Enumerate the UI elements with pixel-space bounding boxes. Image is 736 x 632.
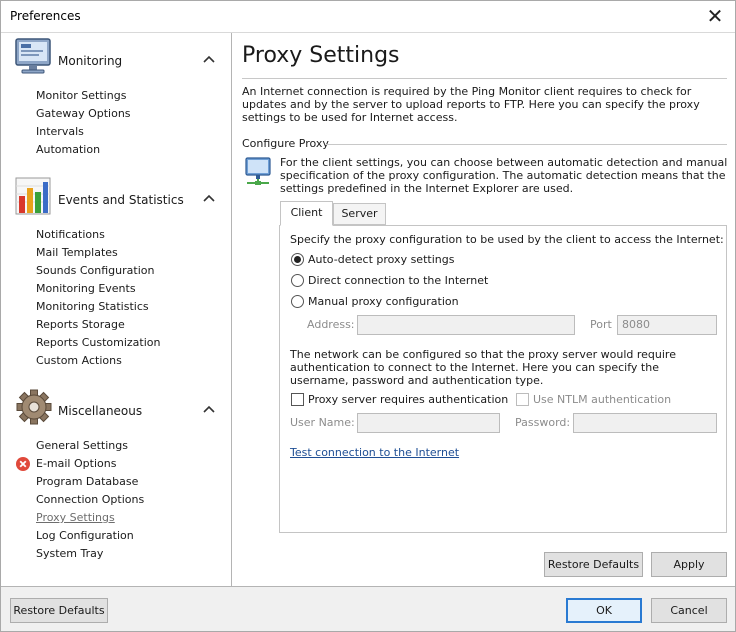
sidebar-item-notifications[interactable]: Notifications bbox=[36, 227, 105, 243]
group-title: Events and Statistics bbox=[58, 193, 184, 207]
sidebar-item-log-configuration[interactable]: Log Configuration bbox=[36, 528, 134, 544]
ok-button[interactable]: OK bbox=[566, 598, 642, 623]
title-divider bbox=[242, 78, 727, 79]
chevron-up-icon[interactable] bbox=[201, 401, 217, 417]
preferences-window: Preferences ✕ Monitoring Monitor Setting… bbox=[0, 0, 736, 632]
sidebar-item-monitoring-statistics[interactable]: Monitoring Statistics bbox=[36, 299, 149, 315]
window-title: Preferences bbox=[10, 9, 81, 23]
group-title: Miscellaneous bbox=[58, 404, 143, 418]
network-computer-icon bbox=[245, 157, 271, 185]
username-label: User Name: bbox=[290, 416, 355, 429]
test-connection-link[interactable]: Test connection to the Internet bbox=[290, 446, 459, 459]
ntlm-auth-label: Use NTLM authentication bbox=[533, 393, 672, 406]
group-title: Monitoring bbox=[58, 54, 123, 68]
error-icon bbox=[16, 457, 30, 471]
radio-manual-proxy-label[interactable]: Manual proxy configuration bbox=[308, 295, 459, 308]
close-icon[interactable]: ✕ bbox=[695, 1, 735, 32]
proxy-auth-checkbox[interactable] bbox=[291, 393, 304, 406]
tab-client[interactable]: Client bbox=[280, 201, 333, 226]
proxy-config-heading: Specify the proxy configuration to be us… bbox=[290, 233, 724, 246]
radio-auto-detect[interactable] bbox=[291, 253, 304, 266]
sidebar-item-custom-actions[interactable]: Custom Actions bbox=[36, 353, 122, 369]
sidebar-item-monitor-settings[interactable]: Monitor Settings bbox=[36, 88, 126, 104]
group-header-events-statistics[interactable]: Events and Statistics bbox=[1, 176, 232, 220]
tab-server[interactable]: Server bbox=[333, 203, 386, 225]
password-input[interactable] bbox=[573, 413, 717, 433]
intro-text: An Internet connection is required by th… bbox=[242, 85, 700, 124]
sidebar-item-automation[interactable]: Automation bbox=[36, 142, 100, 158]
sidebar-item-system-tray[interactable]: System Tray bbox=[36, 546, 103, 562]
ntlm-auth-checkbox[interactable] bbox=[516, 393, 529, 406]
sidebar-item-monitoring-events[interactable]: Monitoring Events bbox=[36, 281, 136, 297]
group-header-monitoring[interactable]: Monitoring bbox=[1, 37, 232, 81]
gear-icon bbox=[16, 389, 52, 425]
port-input[interactable]: 8080 bbox=[617, 315, 717, 335]
chevron-up-icon[interactable] bbox=[201, 51, 217, 67]
sidebar-item-gateway-options[interactable]: Gateway Options bbox=[36, 106, 131, 122]
sidebar-item-sounds-configuration[interactable]: Sounds Configuration bbox=[36, 263, 154, 279]
chevron-up-icon[interactable] bbox=[201, 190, 217, 206]
main-panel: Proxy Settings An Internet connection is… bbox=[233, 33, 735, 586]
sidebar-item-proxy-settings[interactable]: Proxy Settings bbox=[36, 510, 115, 526]
cancel-button[interactable]: Cancel bbox=[651, 598, 727, 623]
section-divider bbox=[325, 144, 727, 145]
group-header-miscellaneous[interactable]: Miscellaneous bbox=[1, 387, 232, 431]
dialog-footer: Restore Defaults OK Cancel bbox=[1, 586, 735, 631]
sidebar-item-intervals[interactable]: Intervals bbox=[36, 124, 84, 140]
authentication-description: The network can be configured so that th… bbox=[290, 348, 676, 387]
client-description: For the client settings, you can choose … bbox=[280, 156, 728, 195]
bar-chart-icon bbox=[15, 177, 51, 215]
sidebar-item-connection-options[interactable]: Connection Options bbox=[36, 492, 144, 508]
username-input[interactable] bbox=[357, 413, 500, 433]
proxy-auth-label[interactable]: Proxy server requires authentication bbox=[308, 393, 508, 406]
sidebar-item-mail-templates[interactable]: Mail Templates bbox=[36, 245, 118, 261]
radio-manual-proxy[interactable] bbox=[291, 295, 304, 308]
sidebar-item-reports-customization[interactable]: Reports Customization bbox=[36, 335, 160, 351]
apply-button[interactable]: Apply bbox=[651, 552, 727, 577]
title-bar: Preferences ✕ bbox=[1, 1, 735, 32]
radio-auto-detect-label[interactable]: Auto-detect proxy settings bbox=[308, 253, 454, 266]
address-input[interactable] bbox=[357, 315, 575, 335]
sidebar-item-program-database[interactable]: Program Database bbox=[36, 474, 138, 490]
client-tab-panel: Specify the proxy configuration to be us… bbox=[279, 225, 727, 533]
sidebar-item-general-settings[interactable]: General Settings bbox=[36, 438, 128, 454]
sidebar-item-reports-storage[interactable]: Reports Storage bbox=[36, 317, 125, 333]
section-label: Configure Proxy bbox=[242, 137, 329, 150]
password-label: Password: bbox=[515, 416, 571, 429]
restore-defaults-page-button[interactable]: Restore Defaults bbox=[544, 552, 643, 577]
restore-defaults-button[interactable]: Restore Defaults bbox=[10, 598, 108, 623]
sidebar: Monitoring Monitor Settings Gateway Opti… bbox=[1, 33, 232, 586]
monitor-icon bbox=[15, 38, 51, 74]
sidebar-item-email-options[interactable]: E-mail Options bbox=[36, 456, 116, 472]
radio-direct-connection-label[interactable]: Direct connection to the Internet bbox=[308, 274, 488, 287]
port-label: Port bbox=[590, 318, 612, 331]
address-label: Address: bbox=[307, 318, 355, 331]
page-title: Proxy Settings bbox=[242, 43, 400, 68]
radio-direct-connection[interactable] bbox=[291, 274, 304, 287]
